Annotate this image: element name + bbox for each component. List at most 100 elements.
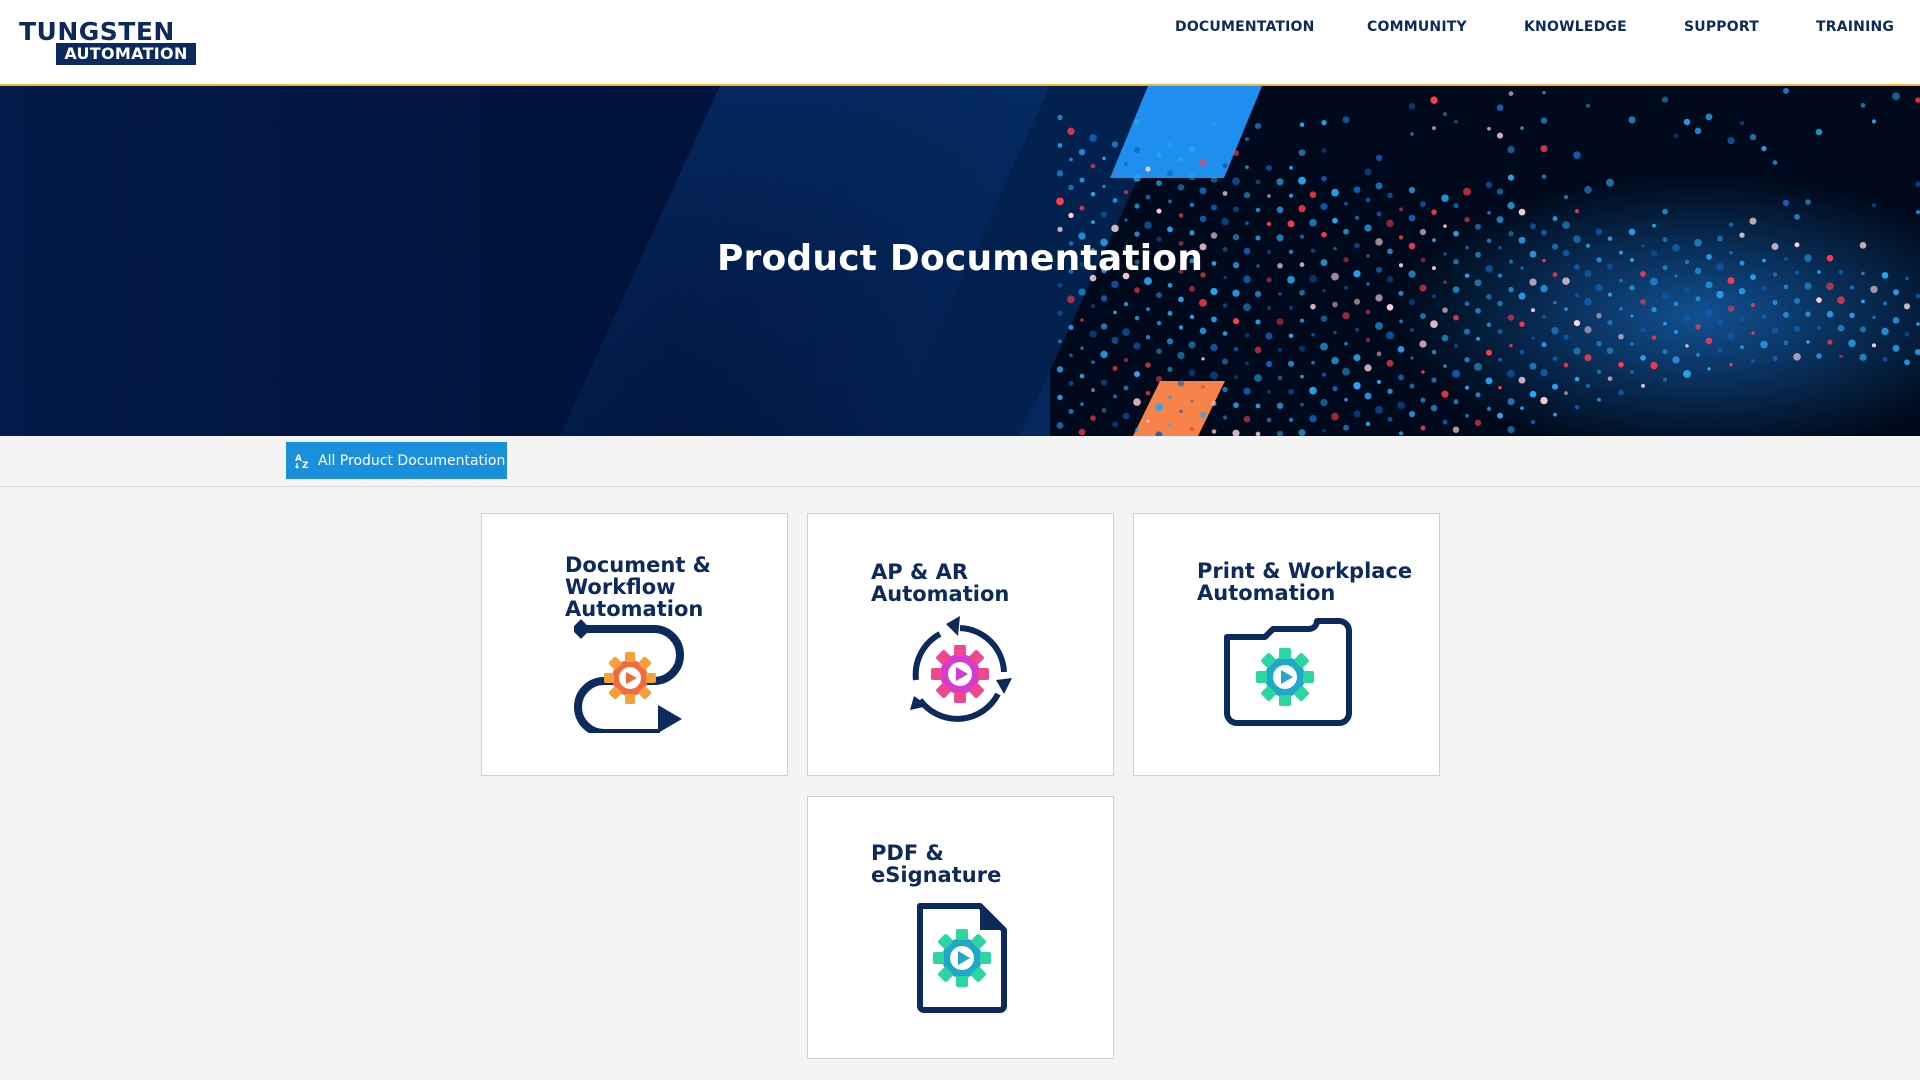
hero-dot [1355,327,1359,332]
hero-dot [1123,162,1129,167]
hero-dot [1486,406,1492,411]
card-title: Print & Workplace Automation [1197,559,1413,605]
hero-dot [1564,307,1568,311]
hero-dot [1498,357,1502,362]
hero-dot [1100,379,1108,386]
hero-dot [1508,91,1514,96]
all-product-documentation-button[interactable]: A Z All Product Documentation [286,442,507,479]
hero-dot [1255,403,1261,409]
hero-dot [1553,412,1557,417]
hero-dot [1243,303,1251,312]
hero-dot [1145,362,1151,368]
hero-dot [1410,132,1414,136]
hero-dot [1298,176,1306,185]
hero-dot [1178,156,1184,162]
hero-dot [1805,311,1811,317]
hero-dot [1540,145,1548,153]
hero-dot [1322,288,1326,293]
hero-dot [1474,279,1482,287]
card-ap-ar-automation[interactable]: AP & AR Automation [807,513,1114,776]
hero-dot [1321,120,1327,126]
hero-dot [1541,314,1547,319]
hero-dot [1419,340,1427,348]
hero-dot [1177,351,1185,360]
hero-dot [1520,406,1524,410]
hero-dot [1057,394,1063,401]
hero-dot [1465,385,1469,390]
hero-dot [1199,187,1207,195]
nav-support[interactable]: SUPPORT [1684,19,1759,35]
hero-dot [1211,429,1217,434]
hero-dot [1584,297,1592,306]
hero-dot [1652,223,1656,228]
hero-dot [1761,145,1767,152]
hero-dot [1211,204,1217,211]
hero-dot [1156,208,1162,214]
hero-dot [1619,306,1623,311]
hero-dot [1342,116,1350,124]
hero-dot [1507,369,1515,378]
hero-dot [1101,408,1107,413]
hero-dot [1441,390,1449,398]
hero-dot [1188,369,1196,377]
hero-dot [1498,385,1502,390]
hero-dot [1124,218,1128,222]
hero-dot [1068,184,1074,191]
hero-dot [1080,318,1084,322]
hero-dot [1111,141,1119,148]
hero-dot [1069,157,1073,162]
hero-dot [1112,197,1118,203]
hero-dot [1420,313,1426,320]
hero-dot [1530,419,1536,425]
nav-knowledge[interactable]: KNOWLEDGE [1524,19,1627,35]
hero-dot [1145,334,1151,340]
nav-training[interactable]: TRAINING [1816,19,1894,35]
nav-documentation[interactable]: DOCUMENTATION [1175,19,1315,35]
hero-dot [1871,343,1877,348]
hero-dot [1564,195,1568,200]
hero-dot [1288,417,1294,422]
hero-dot [1277,375,1283,381]
hero-dot [1320,398,1328,407]
hero-dot [1892,316,1900,324]
hero-dot [1079,205,1085,211]
hero-dot [1453,399,1459,405]
hero-dot [1331,412,1339,421]
nav-community[interactable]: COMMUNITY [1367,19,1467,35]
hero-dot [1464,357,1470,363]
card-pdf-esignature[interactable]: PDF & eSignature [807,796,1114,1059]
hero-dot [1859,353,1867,361]
hero-dot [1267,390,1271,394]
hero-dot [1772,299,1778,306]
hero-dot [1837,324,1845,332]
hero-dot [1453,314,1459,321]
hero-dot [1443,280,1447,284]
hero-dot [1738,287,1746,295]
hero-dot [1529,390,1537,398]
card-print-workplace-automation[interactable]: Print & Workplace Automation [1133,513,1440,776]
hero-dot [1331,188,1339,197]
hero-dot [1353,298,1361,305]
hero-dot [1574,404,1580,410]
hero-dot [1717,348,1723,353]
hero-dot [1364,224,1372,232]
tungsten-automation-logo[interactable]: TUNGSTEN AUTOMATION [19,18,199,66]
hero-dot [1234,375,1238,380]
hero-dot [1145,194,1151,200]
hero-dot [1607,292,1613,297]
hero-dot [1243,192,1251,199]
hero-dot [1562,221,1570,229]
hero-dot [1509,343,1513,348]
card-document-workflow-automation[interactable]: Document & Workflow Automation [481,513,788,776]
hero-dot [1122,412,1130,420]
hero-dot [1167,283,1173,288]
hero-dot [1222,386,1228,393]
hero-dot [1475,392,1481,398]
hero-dot [1421,370,1425,374]
hero-dot [1221,358,1229,365]
hero-dot [1541,341,1547,348]
hero-dot [1376,379,1382,384]
hero-dot [1080,346,1084,350]
hero-dot [1133,174,1141,182]
hero-dot [1628,228,1636,236]
